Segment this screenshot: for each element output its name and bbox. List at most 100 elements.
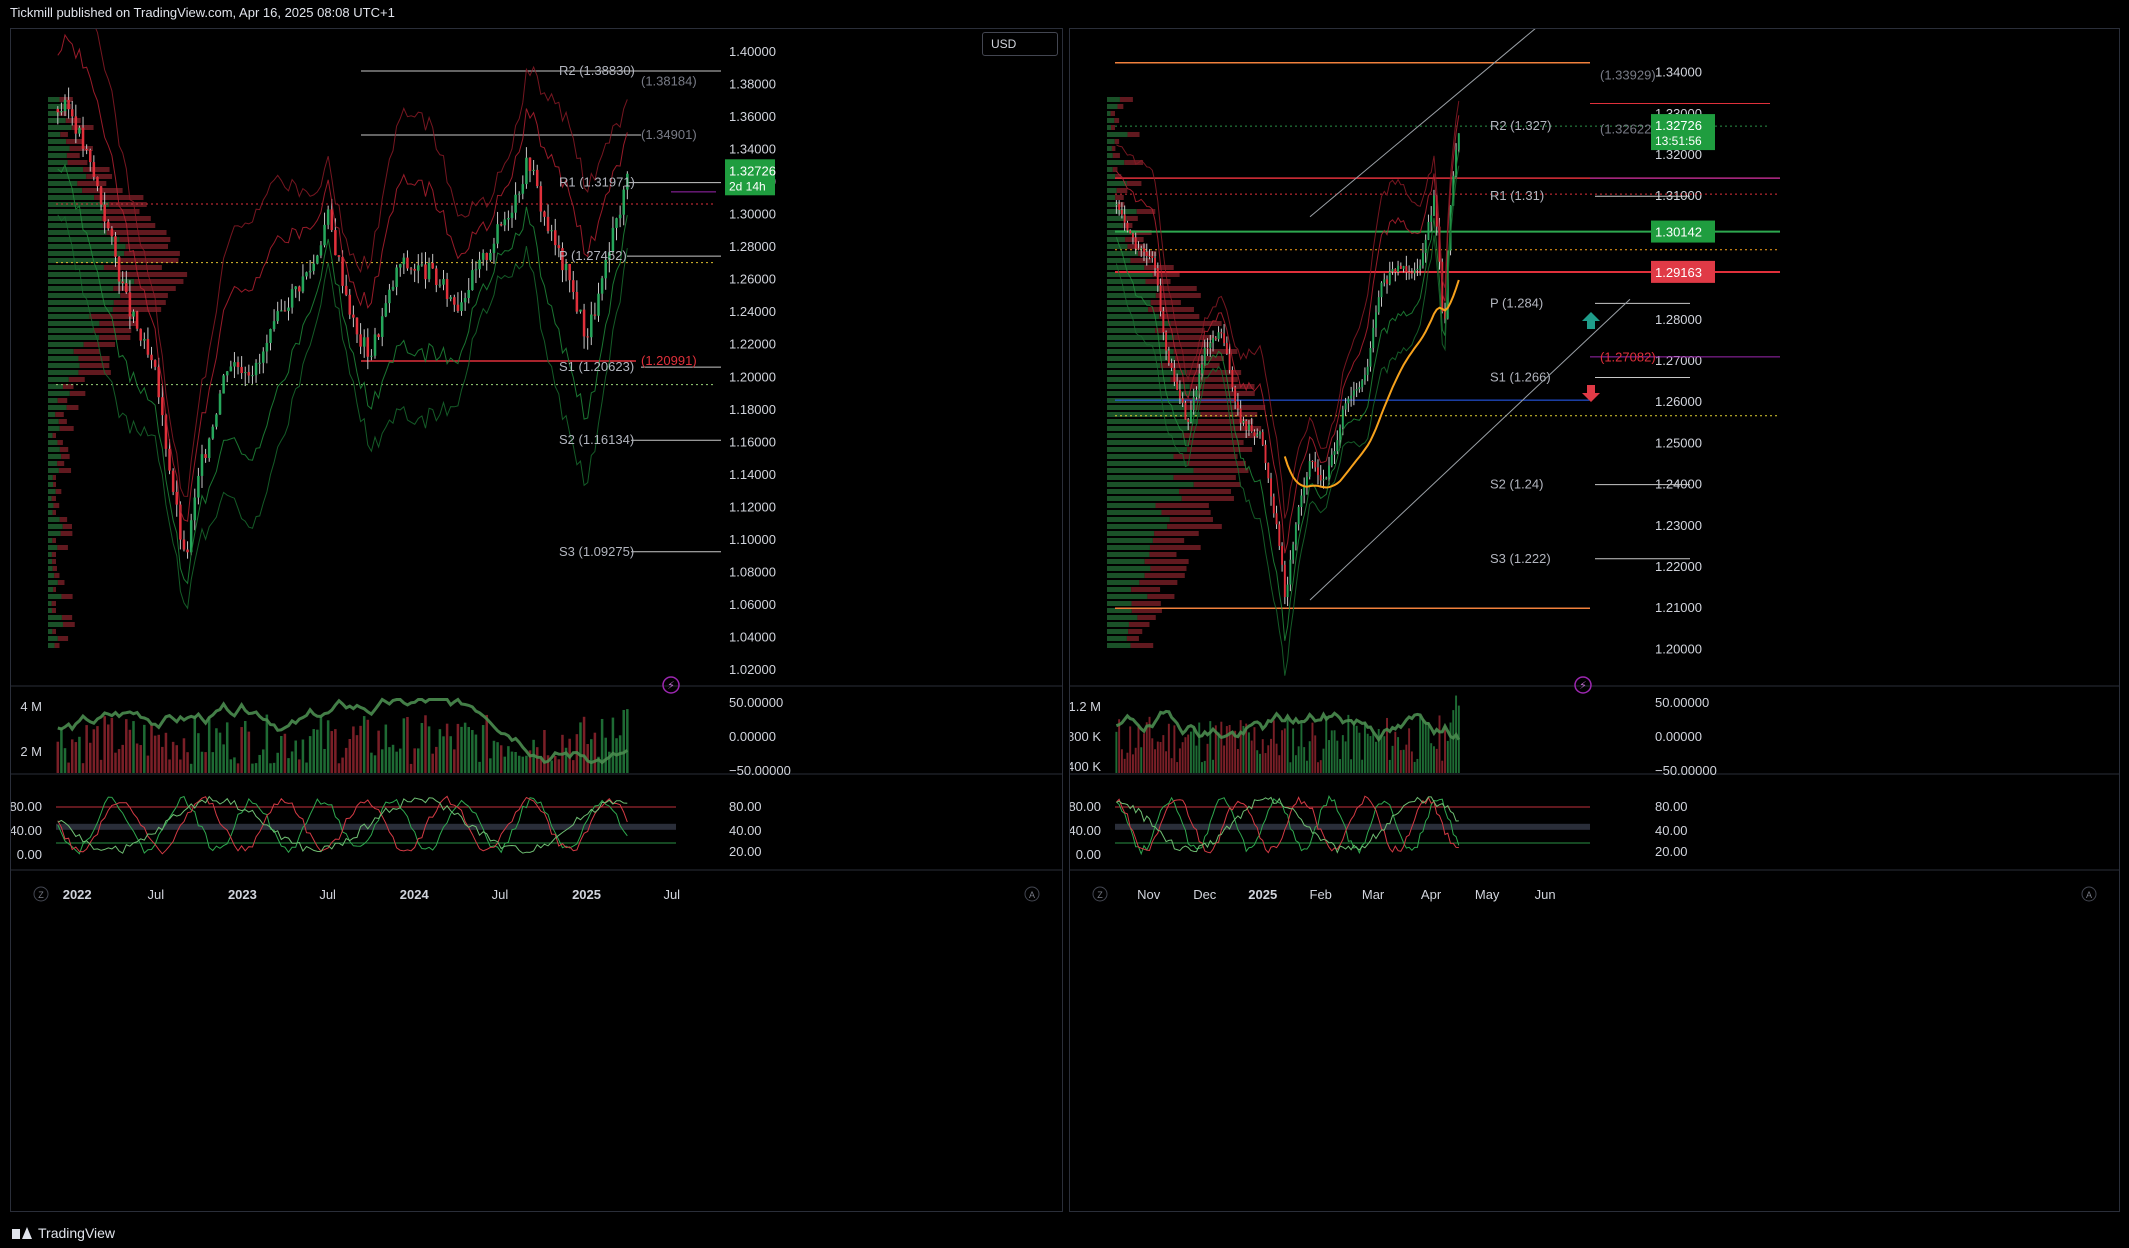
- volume-bar: [1427, 722, 1430, 773]
- candle-body: [1115, 204, 1118, 206]
- volume-bar: [1126, 752, 1129, 773]
- chart-panel-left[interactable]: USD 1.400001.380001.360001.340001.320001…: [10, 28, 1063, 1212]
- price-axis-label: 1.14000: [729, 467, 776, 482]
- volume-profile-bar: [48, 426, 60, 431]
- candle-body: [478, 259, 481, 270]
- candle-body: [1217, 332, 1220, 340]
- candle-body: [391, 286, 395, 290]
- candle-body: [388, 289, 391, 304]
- candle-body: [207, 438, 211, 458]
- candle-body: [146, 338, 150, 355]
- candle-body: [593, 314, 597, 316]
- volume-bar: [1151, 738, 1154, 773]
- volume-bar: [1322, 748, 1325, 773]
- candle-body: [1261, 432, 1264, 445]
- volume-profile-bar: [1174, 335, 1215, 340]
- candle-body: [1314, 461, 1317, 468]
- candle-body: [590, 314, 593, 338]
- volume-bar: [323, 748, 326, 773]
- volume-profile-bar: [48, 524, 63, 529]
- price-axis-label: 1.22000: [729, 337, 776, 352]
- volume-bar: [1270, 738, 1272, 773]
- volume-profile-bar: [48, 433, 53, 438]
- price-axis-label: 1.20000: [1655, 641, 1702, 656]
- volume-bar: [1449, 722, 1452, 773]
- candle-body: [121, 281, 124, 284]
- candle-body: [78, 127, 81, 134]
- price-tag-text: 1.29163: [1655, 265, 1702, 280]
- time-axis-label: May: [1475, 887, 1500, 902]
- volume-profile-bar: [48, 608, 52, 613]
- tradingview-brand[interactable]: TradingView: [12, 1218, 115, 1248]
- candle-body: [409, 268, 413, 270]
- volume-profile-bar: [62, 524, 72, 529]
- volume-profile-bar: [124, 251, 180, 256]
- time-axis-label: Jun: [1535, 887, 1556, 902]
- volume-profile-bar: [48, 97, 60, 102]
- volume-bar: [262, 749, 265, 773]
- right-chart-svg[interactable]: 1.340001.330001.320001.310001.300001.290…: [1070, 29, 2119, 1211]
- volume-profile-bar: [52, 566, 57, 571]
- pivot-label: (1.27082): [1600, 350, 1656, 365]
- volume-bar: [366, 719, 370, 773]
- volume-bar: [1344, 741, 1347, 773]
- volume-profile-bar: [48, 279, 135, 284]
- volume-profile-bar: [1107, 391, 1198, 396]
- left-chart-svg[interactable]: 1.400001.380001.360001.340001.320001.300…: [11, 29, 1062, 1211]
- candle-body: [128, 292, 132, 317]
- price-tag-text: 1.30142: [1655, 225, 1702, 240]
- volume-bar: [146, 755, 150, 773]
- chart-panel-right[interactable]: 1.340001.330001.320001.310001.300001.290…: [1069, 28, 2120, 1212]
- time-axis-label: Jul: [492, 887, 509, 902]
- volume-bar: [1212, 759, 1215, 773]
- candle-body: [1391, 269, 1394, 272]
- volume-bar: [521, 756, 525, 773]
- price-axis-label: 1.06000: [729, 597, 776, 612]
- price-axis-label: 1.18000: [729, 402, 776, 417]
- candle-body: [92, 162, 96, 177]
- volume-profile-bar: [48, 482, 54, 487]
- volume-bar: [132, 721, 135, 773]
- pivot-label: R1 (1.31971): [559, 175, 635, 190]
- volume-profile-bar: [48, 461, 58, 466]
- volume-profile-bar: [51, 552, 56, 557]
- volume-bar: [355, 735, 359, 773]
- candle-body: [265, 342, 269, 352]
- candle-body: [427, 262, 431, 280]
- volume-profile-bar: [48, 174, 87, 179]
- volume-bar: [1375, 741, 1377, 773]
- volume-profile-bar: [52, 475, 56, 480]
- volume-bar: [579, 722, 582, 773]
- volume-bar: [507, 746, 510, 773]
- volume-bar: [593, 732, 597, 773]
- volume-bar: [1289, 762, 1292, 773]
- candle-body: [1270, 478, 1272, 497]
- volume-bar: [417, 748, 420, 773]
- volume-profile-bar: [1107, 503, 1156, 508]
- price-axis-label: 1.25000: [1655, 435, 1702, 450]
- volume-bar: [1433, 746, 1435, 773]
- volume-bar: [312, 729, 315, 773]
- volume-bar: [1181, 742, 1184, 773]
- price-axis-label: 1.08000: [729, 564, 776, 579]
- volume-bar: [1424, 722, 1427, 773]
- candle-body: [200, 454, 204, 476]
- volume-bar: [1231, 734, 1234, 773]
- volume-profile-bar: [125, 244, 169, 249]
- volume-bar: [344, 747, 348, 773]
- volume-profile-bar: [1115, 195, 1124, 200]
- volume-bar: [1261, 739, 1264, 773]
- candle-body: [1386, 279, 1388, 284]
- volume-bar: [406, 716, 409, 773]
- candle-body: [532, 169, 535, 172]
- price-axis-label: 1.20000: [729, 369, 776, 384]
- candle-body: [1264, 444, 1267, 464]
- volume-bar: [1361, 759, 1364, 773]
- candle-body: [96, 176, 99, 187]
- volume-bar: [460, 726, 463, 773]
- volume-bar: [1165, 751, 1168, 773]
- candle-body: [398, 264, 402, 268]
- candle-body: [1397, 265, 1400, 272]
- volume-bar: [1419, 716, 1422, 773]
- candle-body: [168, 448, 171, 471]
